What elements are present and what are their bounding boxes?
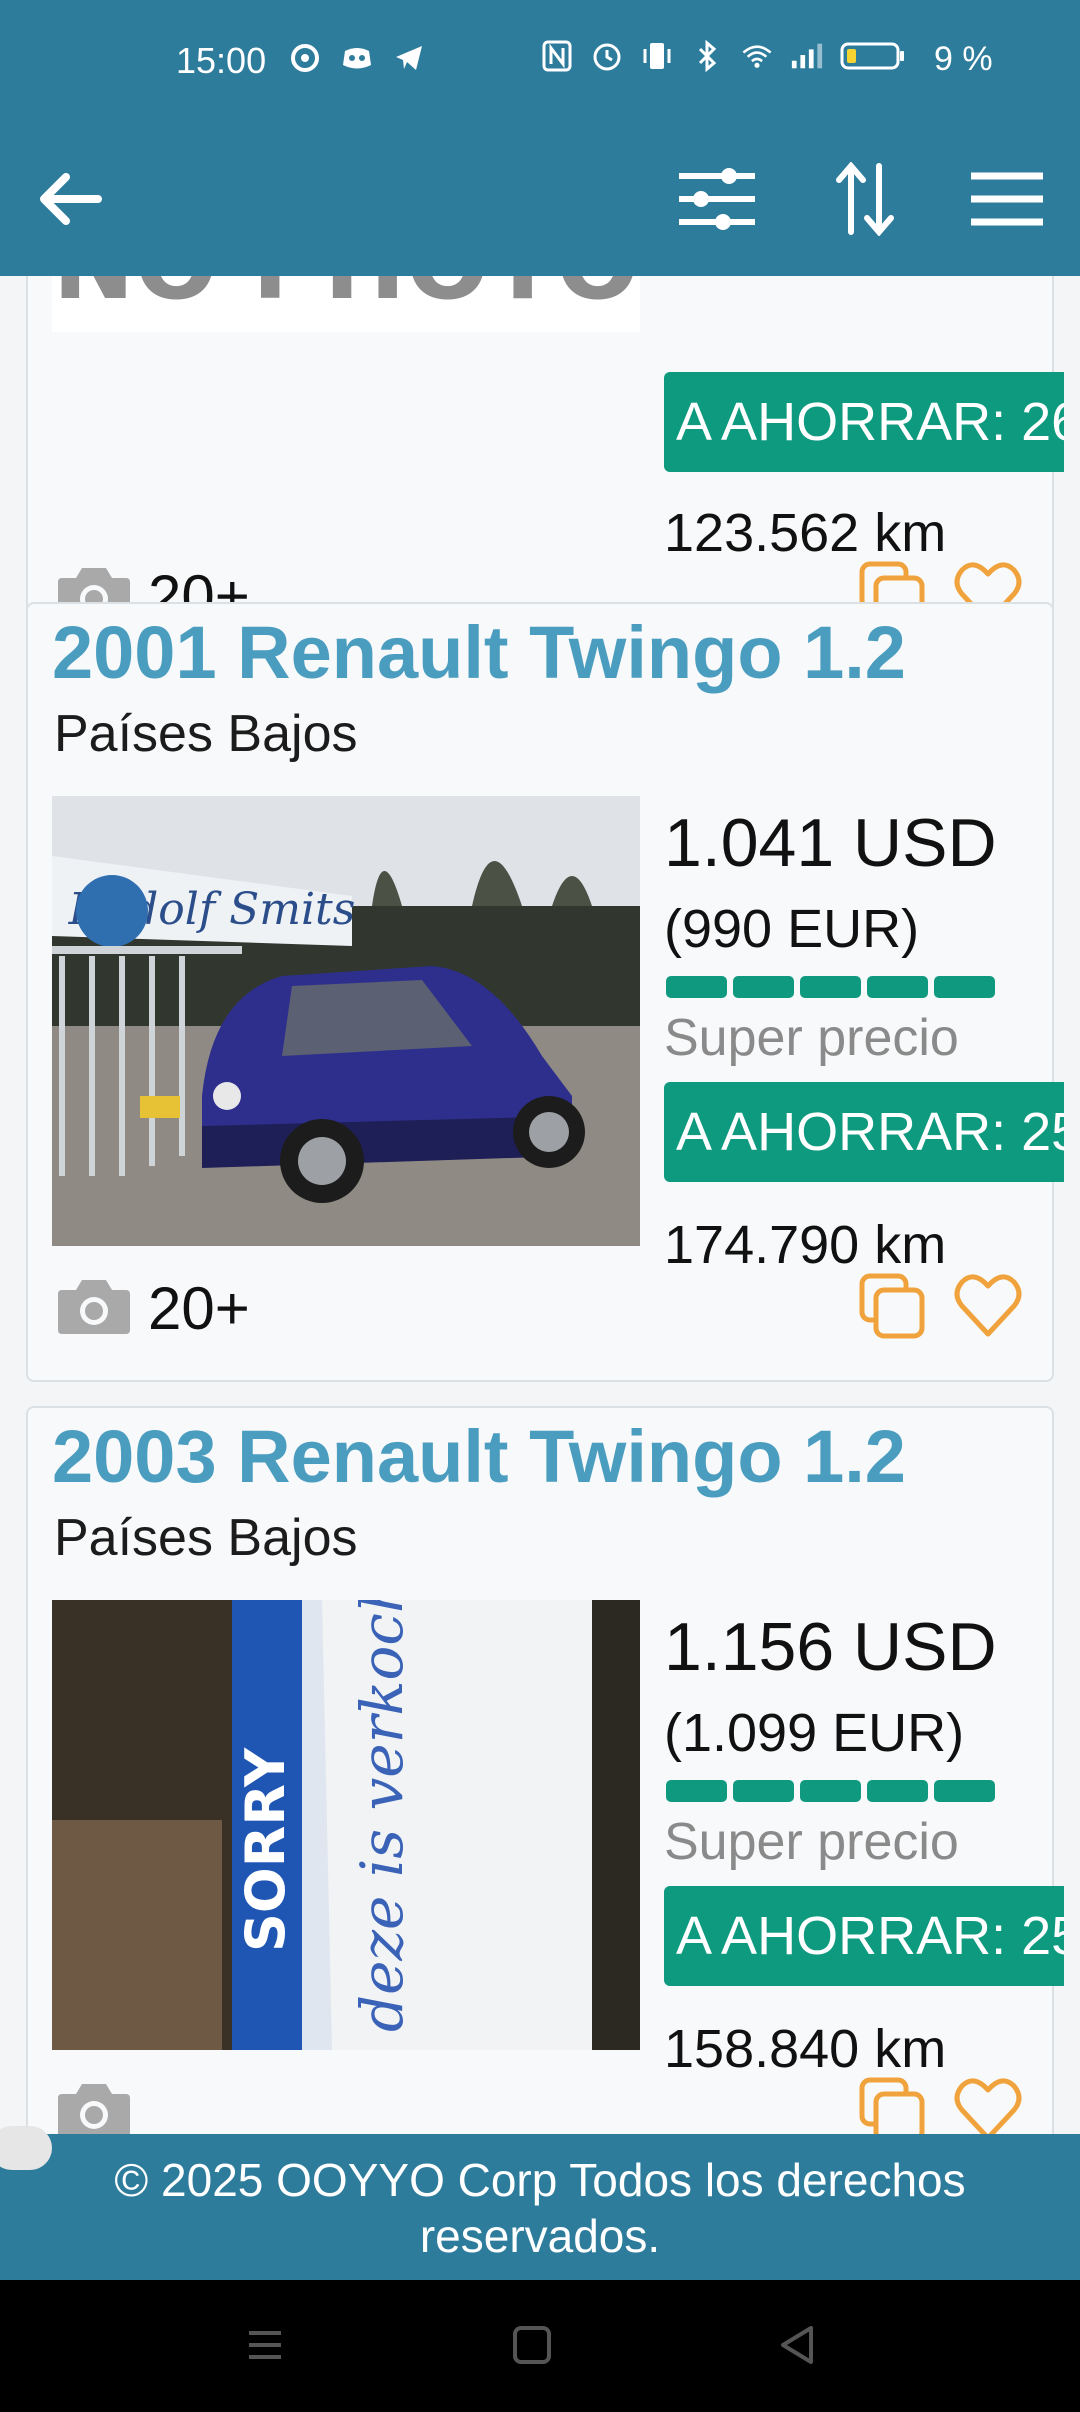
nfc-icon xyxy=(540,38,574,74)
compare-copy-icon[interactable] xyxy=(858,1272,926,1340)
listing-photo[interactable]: Rudolf Smits xyxy=(52,796,640,1246)
back-arrow-icon[interactable] xyxy=(24,154,114,244)
photo-count: 20+ xyxy=(148,1275,250,1342)
listing-card[interactable]: 2001 Renault Twingo 1.2 Países Bajos Rud… xyxy=(26,602,1064,1382)
floating-toggle[interactable] xyxy=(0,2126,52,2170)
price-usd: 1.156 USD xyxy=(664,1609,997,1685)
camera-icon xyxy=(56,2080,132,2134)
favorite-heart-icon[interactable] xyxy=(954,2076,1022,2134)
back-icon[interactable] xyxy=(762,2310,832,2380)
price-eur: (990 EUR) xyxy=(664,899,920,959)
home-icon[interactable] xyxy=(497,2310,567,2380)
wifi-icon xyxy=(740,38,774,74)
mileage: 174.790 km xyxy=(664,1215,947,1275)
listing-card[interactable]: 2003 Renault Twingo 1.2 Países Bajos SOR… xyxy=(26,1406,1064,2134)
photo-sign-text: deze is verkocht xyxy=(348,1600,416,2032)
status-bar: 15:00 9 % xyxy=(0,0,1080,122)
signal-icon xyxy=(790,38,824,74)
chrome-icon xyxy=(288,40,322,76)
no-photo-label: NO PHOTO xyxy=(53,276,640,322)
price-rating-bars xyxy=(666,1780,995,1802)
system-navigation-bar xyxy=(0,2280,1080,2412)
app-bar xyxy=(0,122,1080,276)
compare-copy-icon[interactable] xyxy=(858,2076,926,2134)
price-rating-label: Super precio xyxy=(664,1813,959,1871)
price-eur: (1.099 EUR) xyxy=(664,1703,965,1763)
mileage: 123.562 km xyxy=(664,503,947,563)
copyright-footer: © 2025 OOYYO Corp Todos los derechos res… xyxy=(0,2134,1080,2280)
favorite-heart-icon[interactable] xyxy=(954,1272,1022,1340)
sort-icon[interactable] xyxy=(820,154,910,244)
listing-title[interactable]: 2001 Renault Twingo 1.2 xyxy=(52,610,906,695)
hamburger-menu-icon[interactable] xyxy=(962,154,1052,244)
photo-sign-text: SORRY xyxy=(234,1747,297,1952)
telegram-icon xyxy=(392,40,426,76)
savings-badge: A AHORRAR: 25 xyxy=(664,1082,1064,1182)
price-rating-bars xyxy=(666,976,995,998)
system-icons xyxy=(540,38,906,74)
alarm-icon xyxy=(590,38,624,74)
listing-country: Países Bajos xyxy=(54,705,358,763)
listing-results[interactable]: NO PHOTO A AHORRAR: 26 123.562 km 20+ 20… xyxy=(0,276,1080,2134)
filter-sliders-icon[interactable] xyxy=(672,154,762,244)
mileage: 158.840 km xyxy=(664,2019,947,2079)
camera-icon xyxy=(56,1276,132,1336)
battery-icon xyxy=(840,38,906,74)
battery-percent: 9 % xyxy=(934,40,993,78)
listing-photo[interactable]: NO PHOTO xyxy=(52,276,640,332)
price-rating-label: Super precio xyxy=(664,1009,959,1067)
bluetooth-icon xyxy=(690,38,724,74)
listing-title[interactable]: 2003 Renault Twingo 1.2 xyxy=(52,1414,906,1499)
vibrate-icon xyxy=(640,38,674,74)
price-usd: 1.041 USD xyxy=(664,805,997,881)
status-time: 15:00 xyxy=(176,40,267,81)
discord-icon xyxy=(340,40,374,76)
listing-country: Países Bajos xyxy=(54,1509,358,1567)
savings-badge: A AHORRAR: 25 xyxy=(664,1886,1064,1986)
listing-photo[interactable]: SORRY deze is verkocht xyxy=(52,1600,640,2050)
recent-apps-icon[interactable] xyxy=(230,2310,300,2380)
notification-icons xyxy=(288,40,426,76)
savings-badge: A AHORRAR: 26 xyxy=(664,372,1064,472)
